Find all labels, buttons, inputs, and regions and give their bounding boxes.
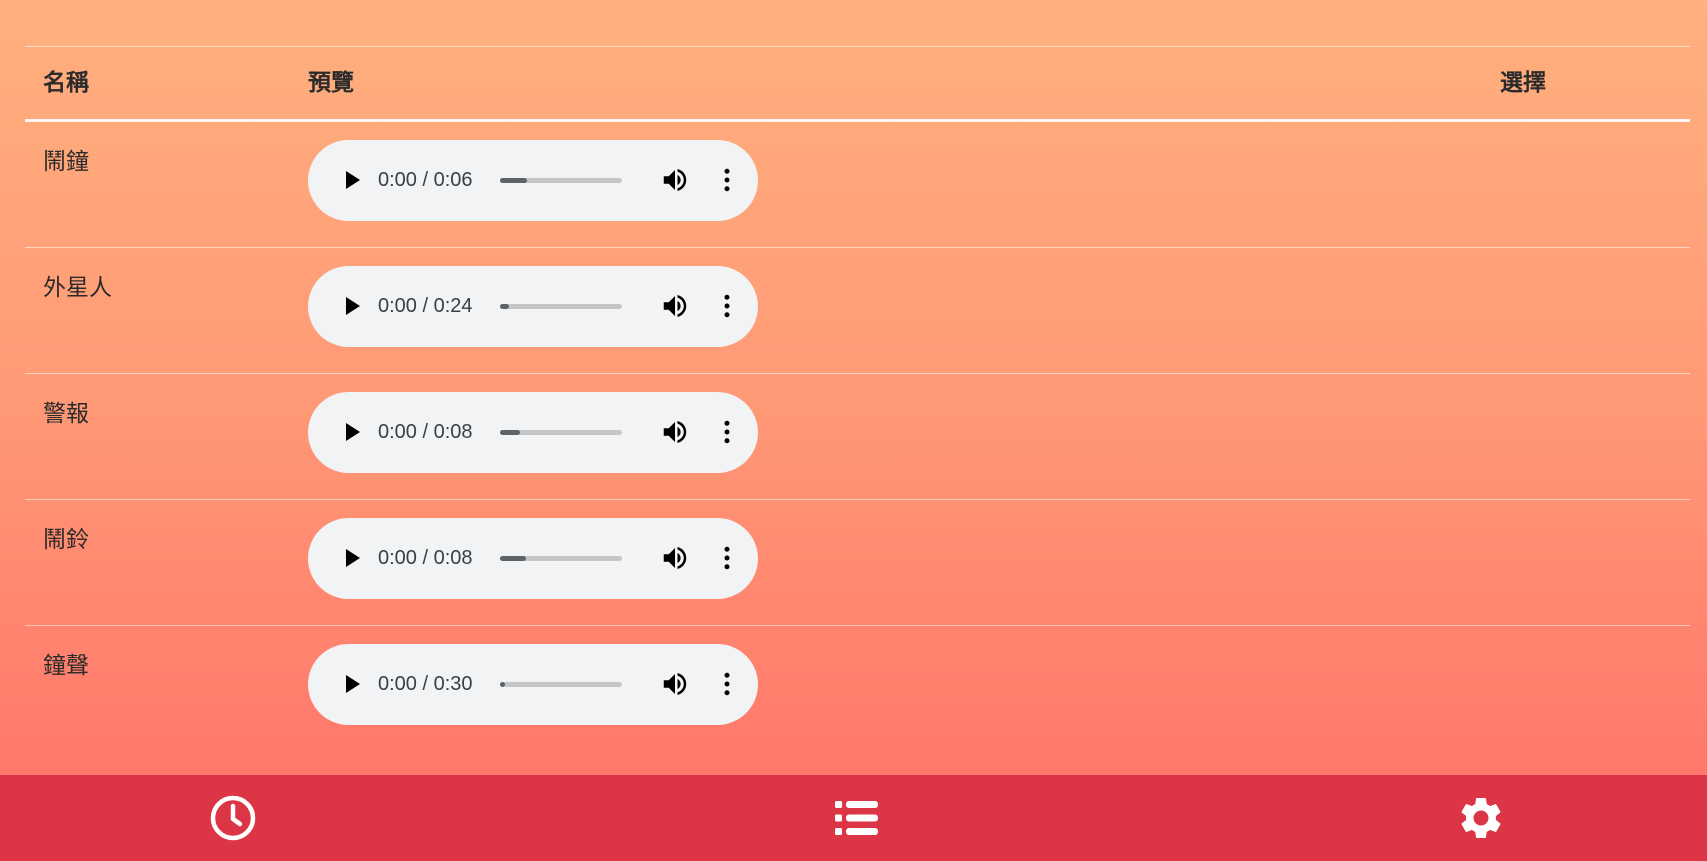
table-row: 外星人 0:00 / 0:24	[25, 248, 1690, 374]
seek-slider[interactable]	[500, 178, 622, 183]
sound-name: 鐘聲	[43, 653, 89, 679]
audio-player: 0:00 / 0:30	[308, 644, 758, 725]
play-icon[interactable]	[338, 166, 366, 194]
list-icon[interactable]	[832, 793, 882, 843]
table-row: 鬧鐘 0:00 / 0:06	[25, 122, 1690, 248]
time-display: 0:00 / 0:30	[378, 673, 473, 695]
more-vertical-icon[interactable]	[712, 543, 742, 573]
header-select: 選擇	[1500, 70, 1546, 96]
sound-name: 鬧鈴	[43, 527, 89, 553]
seek-slider[interactable]	[500, 304, 622, 309]
seek-buffered	[500, 556, 526, 561]
sound-name: 外星人	[43, 275, 112, 301]
sound-table: 名稱 預覽 選擇 鬧鐘 0:00 / 0:06 外星人 0:00 / 0:24 …	[25, 46, 1690, 751]
volume-icon[interactable]	[660, 291, 690, 321]
seek-buffered	[500, 178, 527, 183]
seek-slider[interactable]	[500, 556, 622, 561]
play-icon[interactable]	[338, 544, 366, 572]
play-icon[interactable]	[338, 292, 366, 320]
more-vertical-icon[interactable]	[712, 291, 742, 321]
seek-buffered	[500, 304, 509, 309]
volume-icon[interactable]	[660, 417, 690, 447]
bottom-nav-bar	[0, 775, 1707, 861]
table-row: 鐘聲 0:00 / 0:30	[25, 626, 1690, 751]
time-display: 0:00 / 0:24	[378, 295, 473, 317]
volume-icon[interactable]	[660, 543, 690, 573]
time-display: 0:00 / 0:06	[378, 169, 473, 191]
play-icon[interactable]	[338, 418, 366, 446]
table-row: 鬧鈴 0:00 / 0:08	[25, 500, 1690, 626]
play-icon[interactable]	[338, 670, 366, 698]
seek-slider[interactable]	[500, 430, 622, 435]
more-vertical-icon[interactable]	[712, 165, 742, 195]
time-display: 0:00 / 0:08	[378, 547, 473, 569]
volume-icon[interactable]	[660, 669, 690, 699]
sound-name: 警報	[43, 401, 89, 427]
sound-name: 鬧鐘	[43, 149, 89, 175]
table-header: 名稱 預覽 選擇	[25, 46, 1690, 122]
audio-player: 0:00 / 0:06	[308, 140, 758, 221]
audio-player: 0:00 / 0:24	[308, 266, 758, 347]
header-name: 名稱	[43, 70, 89, 96]
seek-buffered	[500, 682, 505, 687]
audio-player: 0:00 / 0:08	[308, 518, 758, 599]
volume-icon[interactable]	[660, 165, 690, 195]
seek-slider[interactable]	[500, 682, 622, 687]
audio-player: 0:00 / 0:08	[308, 392, 758, 473]
table-body: 鬧鐘 0:00 / 0:06 外星人 0:00 / 0:24 警報 0:00 /…	[25, 122, 1690, 751]
gear-icon[interactable]	[1456, 793, 1506, 843]
header-preview: 預覽	[308, 70, 354, 96]
time-display: 0:00 / 0:08	[378, 421, 473, 443]
table-row: 警報 0:00 / 0:08	[25, 374, 1690, 500]
more-vertical-icon[interactable]	[712, 669, 742, 699]
clock-icon[interactable]	[208, 793, 258, 843]
more-vertical-icon[interactable]	[712, 417, 742, 447]
seek-buffered	[500, 430, 520, 435]
